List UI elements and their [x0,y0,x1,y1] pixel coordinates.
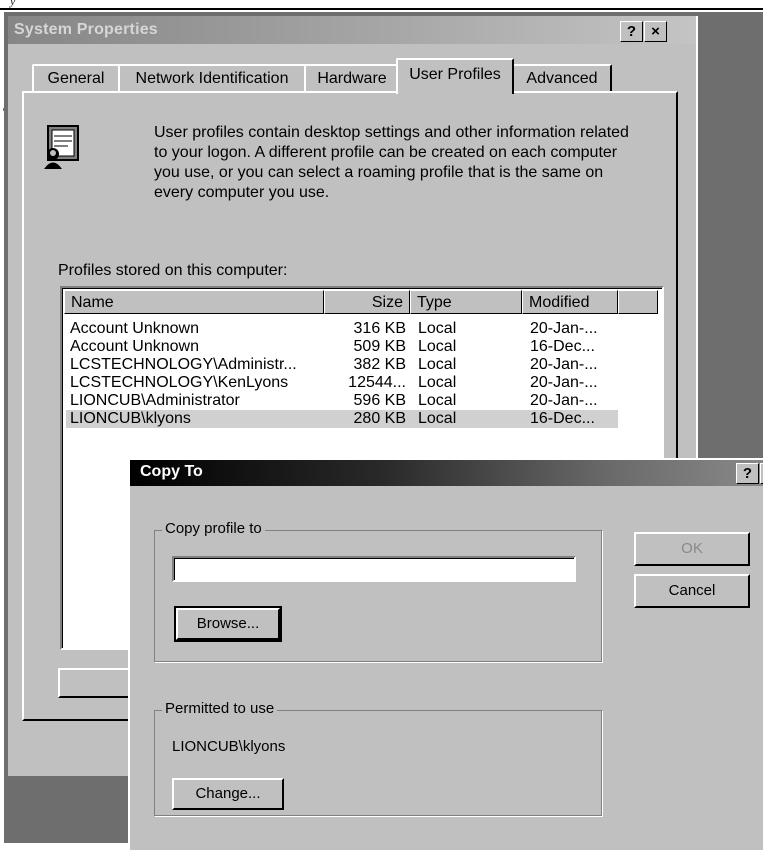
column-header-name[interactable]: Name [64,290,324,314]
change-button[interactable]: Change... [172,778,284,810]
system-properties-title-bar[interactable]: System Properties ? × [8,16,696,44]
profile-name: LCSTECHNOLOGY\KenLyons [70,374,289,391]
cancel-button[interactable]: Cancel [634,574,750,608]
profile-modified: 20-Jan-... [530,374,598,391]
tab-network-identification[interactable]: Network Identification [118,64,306,92]
copy-to-help-button[interactable]: ? [736,463,759,484]
permitted-group-label: Permitted to use [162,700,278,717]
profile-name: Account Unknown [70,338,199,355]
column-header-size[interactable]: Size [324,290,410,314]
copy-to-title: Copy To [140,463,203,480]
profile-modified: 20-Jan-... [530,392,598,409]
copy-to-dialog: Copy To ? × Copy profile to Browse... OK… [128,458,763,850]
tab-general[interactable]: General [32,64,120,92]
profile-modified: 16-Dec... [530,338,595,355]
profile-size: 316 KB [353,320,406,337]
column-header-spacer [618,290,658,314]
profile-name: LCSTECHNOLOGY\Administr... [70,356,297,373]
copy-profile-group [154,530,602,662]
tab-hardware[interactable]: Hardware [304,64,400,92]
profile-size: 509 KB [353,338,406,355]
ok-button[interactable]: OK [634,532,750,566]
table-row[interactable]: LIONCUB\Administrator 596 KB Local 20-Ja… [66,392,618,410]
copy-to-title-bar[interactable]: Copy To ? × [130,460,763,486]
column-header-modified[interactable]: Modified [522,290,618,314]
profile-size: 280 KB [353,410,406,427]
table-row[interactable]: Account Unknown 316 KB Local 20-Jan-... [66,320,618,338]
profile-size: 12544... [348,374,406,391]
profile-size: 382 KB [353,356,406,373]
profile-name: LIONCUB\Administrator [70,392,240,409]
tab-user-profiles[interactable]: User Profiles [396,58,514,94]
user-profiles-icon [44,125,79,169]
copy-path-input[interactable] [172,556,576,582]
profile-name: Account Unknown [70,320,199,337]
page-top-rule [0,8,763,10]
profile-name: LIONCUB\klyons [70,410,191,427]
table-row[interactable]: Account Unknown 509 KB Local 16-Dec... [66,338,618,356]
profile-type: Local [418,338,457,355]
table-row[interactable]: LCSTECHNOLOGY\KenLyons 12544... Local 20… [66,374,618,392]
tab-advanced[interactable]: Advanced [512,64,612,92]
profiles-list-label: Profiles stored on this computer: [58,262,288,279]
profile-type: Local [418,374,457,391]
profiles-description: User profiles contain desktop settings a… [154,124,629,201]
copy-profile-group-label: Copy profile to [162,520,265,537]
profile-type: Local [418,356,457,373]
profile-type: Local [418,410,457,427]
table-row-selected[interactable]: LIONCUB\klyons 280 KB Local 16-Dec... [66,410,618,428]
table-row[interactable]: LCSTECHNOLOGY\Administr... 382 KB Local … [66,356,618,374]
profile-modified: 20-Jan-... [530,320,598,337]
browse-button[interactable]: Browse... [175,607,281,641]
window-title: System Properties [14,21,158,38]
column-header-type[interactable]: Type [410,290,522,314]
profile-type: Local [418,320,457,337]
close-button[interactable]: × [644,21,667,42]
permitted-user: LIONCUB\klyons [172,738,286,755]
profile-modified: 20-Jan-... [530,356,598,373]
profile-size: 596 KB [353,392,406,409]
profile-modified: 16-Dec... [530,410,595,427]
profile-type: Local [418,392,457,409]
help-button[interactable]: ? [620,21,643,42]
